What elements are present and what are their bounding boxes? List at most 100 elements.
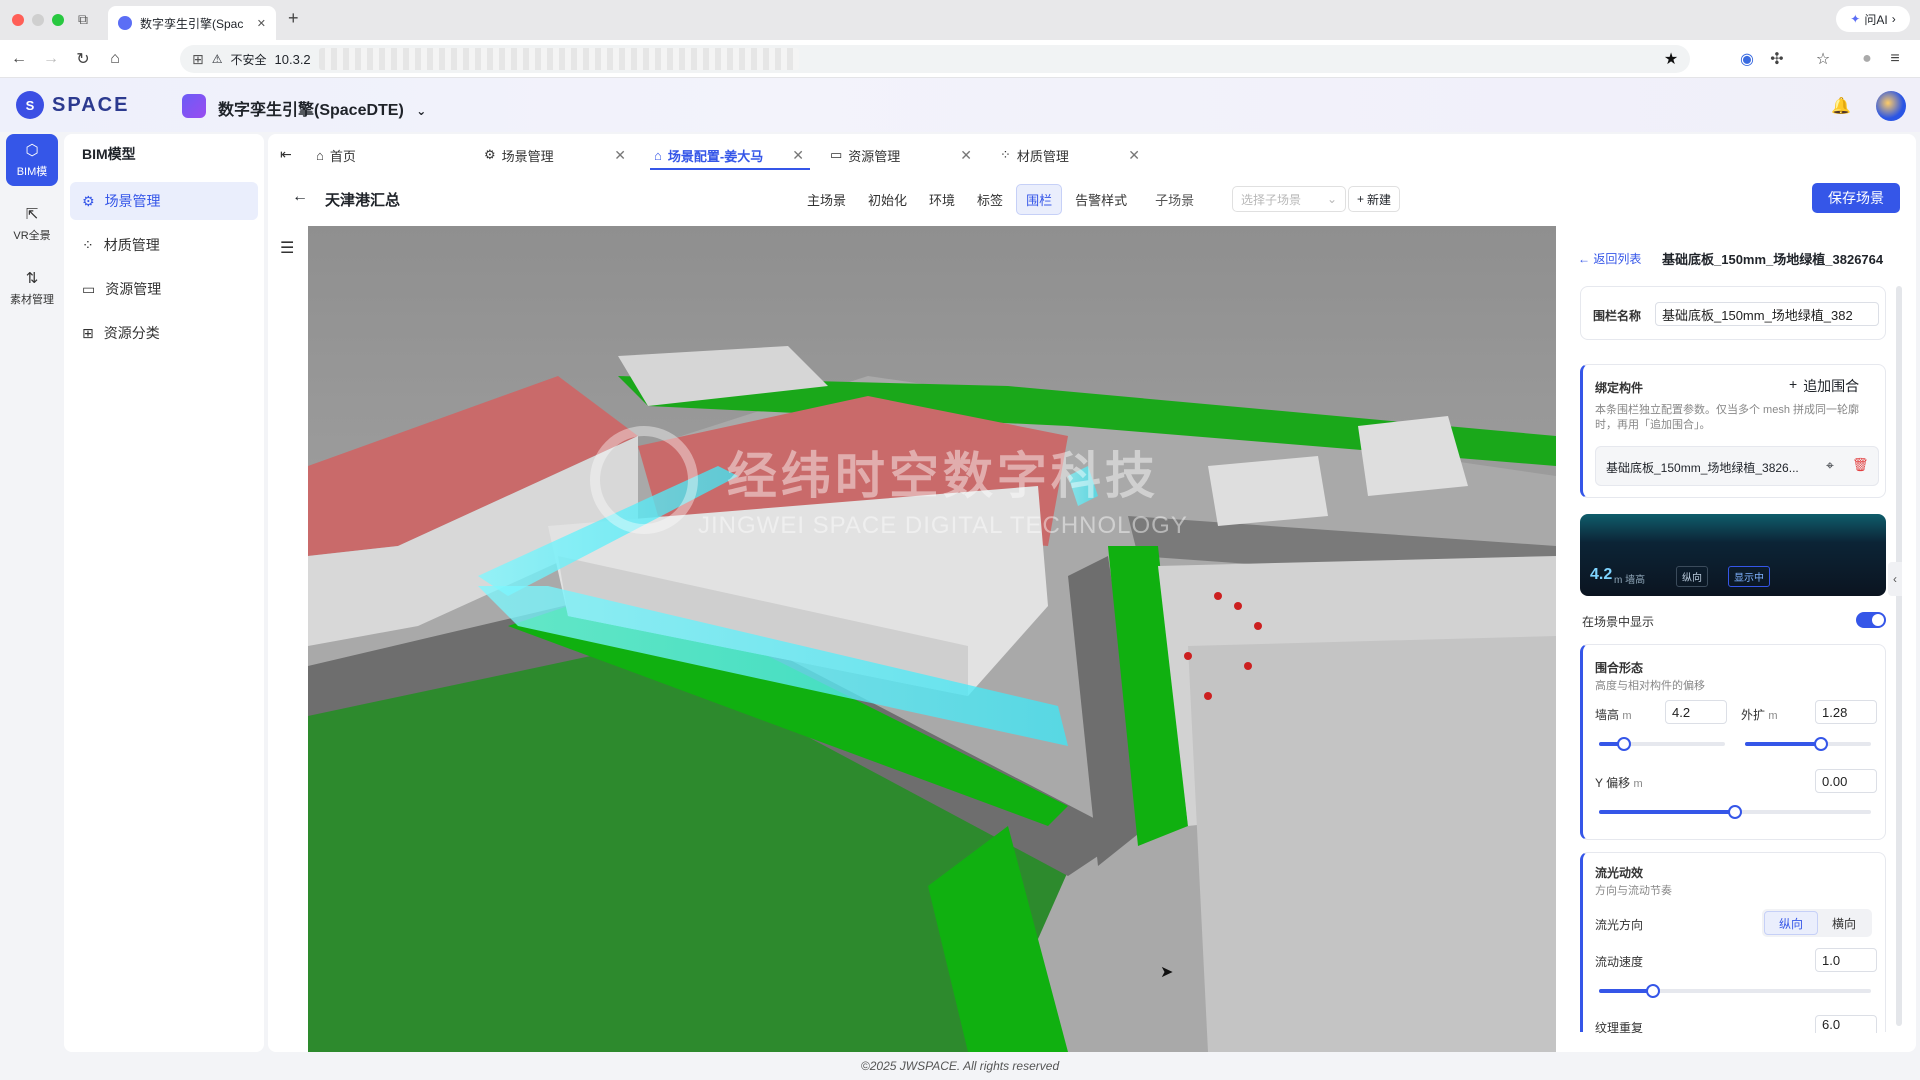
locate-icon[interactable]: ⌖ (1826, 457, 1834, 474)
close-tab-icon[interactable]: ✕ (792, 147, 804, 164)
minimize-window-button[interactable] (32, 14, 44, 26)
sub-scene-select[interactable]: 选择子场景 ⌄ (1232, 186, 1346, 212)
mode-tab-labels[interactable]: 标签 (968, 185, 1012, 214)
rail-item-assets[interactable]: ⇅ 素材管理 (6, 262, 58, 314)
flow-speed-slider[interactable] (1599, 984, 1871, 998)
add-enclosure-button[interactable]: + 追加围合 (1789, 376, 1859, 396)
project-selector[interactable]: 数字孪生引擎(SpaceDTE) ⌄ (218, 96, 426, 120)
delete-icon[interactable]: 🗑 (1852, 457, 1869, 473)
panel-scrollbar[interactable] (1896, 286, 1902, 1026)
address-bar[interactable]: ⊞ ⚠ 不安全 10.3.2 (180, 45, 1690, 73)
ask-ai-button[interactable]: ✦ 问AI › (1836, 6, 1910, 32)
expand-input[interactable]: 1.28 (1815, 700, 1877, 724)
mode-tab-init[interactable]: 初始化 (859, 185, 916, 214)
tab-scene-management[interactable]: ⚙ 场景管理 ✕ (484, 140, 626, 170)
close-tab-icon[interactable]: ✕ (960, 147, 972, 164)
close-window-button[interactable] (12, 14, 24, 26)
bookmark-star-icon[interactable]: ★ (1660, 48, 1682, 70)
rail-item-bim[interactable]: ⬡ BIM模 (6, 134, 58, 186)
preview-height-value: 4.2 (1590, 566, 1613, 583)
sidebar-item-material-management[interactable]: ⁘ 材质管理 (70, 226, 258, 264)
tab-label: 首页 (329, 148, 356, 164)
extension-globe-icon[interactable]: ◉ (1736, 48, 1758, 70)
reload-icon[interactable]: ↻ (72, 48, 94, 70)
ai-icon: ✦ (1850, 12, 1861, 26)
extensions-puzzle-icon[interactable]: ✣ (1766, 48, 1788, 70)
rail-item-label: 素材管理 (10, 294, 54, 306)
back-to-list-link[interactable]: ← 返回列表 (1578, 250, 1641, 267)
slider-knob[interactable] (1617, 737, 1632, 751)
notification-bell-icon[interactable]: 🔔 (1830, 95, 1852, 117)
flow-speed-input[interactable]: 1.0 (1815, 948, 1877, 972)
close-tab-icon[interactable]: ✕ (257, 17, 266, 30)
new-sub-scene-button[interactable]: + 新建 (1348, 186, 1401, 212)
back-arrow-icon[interactable]: ← (292, 188, 308, 206)
y-offset-slider[interactable] (1599, 805, 1871, 819)
project-icon (182, 94, 206, 118)
sidebar-item-label: 材质管理 (103, 237, 160, 253)
back-icon[interactable]: ← (8, 48, 30, 70)
tab-search-icon[interactable]: ⧉ (78, 11, 88, 28)
active-tab-indicator (650, 168, 810, 170)
maximize-window-button[interactable] (52, 14, 64, 26)
browser-tab-title: 数字孪生引擎(Spac (140, 16, 244, 31)
home-icon[interactable]: ⌂ (104, 48, 126, 70)
close-tab-icon[interactable]: ✕ (1128, 147, 1140, 164)
sidebar-item-scene-management[interactable]: ⚙ 场景管理 (70, 182, 258, 220)
expand-label-text: 外扩 (1741, 708, 1766, 722)
fence-name-input[interactable]: 基础底板_150mm_场地绿植_382 (1655, 302, 1879, 326)
rail-item-label: VR全景 (13, 230, 51, 242)
user-avatar[interactable] (1876, 91, 1906, 121)
menu-icon[interactable]: ≡ (1884, 48, 1906, 70)
slider-knob[interactable] (1813, 737, 1828, 751)
bind-description: 本条围栏独立配置参数。仅当多个 mesh 拼成同一轮廓时，再用「追加围合」。 (1595, 404, 1860, 431)
tabs-menu-icon[interactable]: ⇤ (280, 146, 292, 163)
tab-scene-config[interactable]: ⌂ 场景配置-姜大马 ✕ (654, 140, 804, 170)
flow-direction-horizontal[interactable]: 横向 (1818, 911, 1870, 935)
sidebar-item-resource-category[interactable]: ⊞ 资源分类 (70, 314, 258, 352)
tab-material-management[interactable]: ⁘ 材质管理 ✕ (1000, 140, 1140, 170)
browser-tab[interactable]: 数字孪生引擎(Spac ✕ (108, 6, 276, 40)
assets-icon: ⇅ (25, 270, 39, 287)
tab-home[interactable]: ⌂ 首页 (316, 140, 466, 170)
save-scene-button[interactable]: 保存场景 (1812, 183, 1900, 213)
mode-tab-main-scene[interactable]: 主场景 (798, 185, 855, 214)
slider-knob[interactable] (1728, 805, 1742, 819)
rail-item-vr[interactable]: ⇱ VR全景 (6, 198, 58, 250)
sidebar-item-resource-management[interactable]: ▭ 资源管理 (70, 270, 258, 308)
expand-slider[interactable] (1745, 737, 1871, 751)
tab-label: 场景配置-姜大马 (667, 148, 764, 164)
flow-direction-vertical[interactable]: 纵向 (1764, 911, 1818, 935)
shape-title: 围合形态 (1595, 661, 1644, 675)
scene-3d-viewport[interactable]: 经纬时空数字科技 JINGWEI SPACE DIGITAL TECHNOLOG… (308, 226, 1556, 1052)
tab-resource-management[interactable]: ▭ 资源管理 ✕ (830, 140, 972, 170)
wall-height-unit: m (1622, 710, 1632, 722)
bound-component-item: 基础底板_150mm_场地绿植_3826... ⌖ 🗑 (1595, 446, 1879, 486)
profile-icon[interactable]: ● (1856, 48, 1878, 70)
mode-tab-alarm-style[interactable]: 告警样式 (1066, 185, 1136, 214)
plus-icon: + (1357, 192, 1365, 206)
flow-speed-label: 流动速度 (1595, 955, 1644, 969)
favorites-icon[interactable]: ☆ (1812, 48, 1834, 70)
scene-title: 天津港汇总 (325, 192, 401, 209)
collapse-panel-handle[interactable]: ‹ (1888, 562, 1902, 596)
wall-height-label-text: 墙高 (1595, 708, 1620, 722)
mode-tab-fence[interactable]: 围栏 (1016, 183, 1063, 215)
tab-label: 材质管理 (1016, 148, 1069, 164)
slider-knob[interactable] (1646, 984, 1661, 998)
mode-tab-environment[interactable]: 环境 (920, 185, 964, 214)
close-tab-icon[interactable]: ✕ (614, 147, 626, 164)
sub-scene-placeholder: 选择子场景 (1241, 192, 1302, 207)
site-settings-icon[interactable]: ⊞ (192, 51, 204, 68)
wall-height-slider[interactable] (1599, 737, 1725, 751)
outline-toggle-icon[interactable]: ☰ (280, 238, 294, 258)
forward-icon[interactable]: → (40, 48, 62, 70)
shape-card: 围合形态 高度与相对构件的偏移 墙高 m 4.2 外扩 m 1.28 Y 偏移 … (1580, 644, 1886, 840)
texture-repeat-input[interactable]: 6.0 (1815, 1015, 1877, 1033)
show-in-scene-toggle[interactable] (1856, 612, 1886, 628)
new-tab-button[interactable]: + (288, 8, 299, 29)
flow-direction-label: 流光方向 (1595, 918, 1644, 932)
wall-height-input[interactable]: 4.2 (1665, 700, 1727, 724)
rail-item-label: BIM模 (16, 166, 48, 178)
y-offset-input[interactable]: 0.00 (1815, 769, 1877, 793)
